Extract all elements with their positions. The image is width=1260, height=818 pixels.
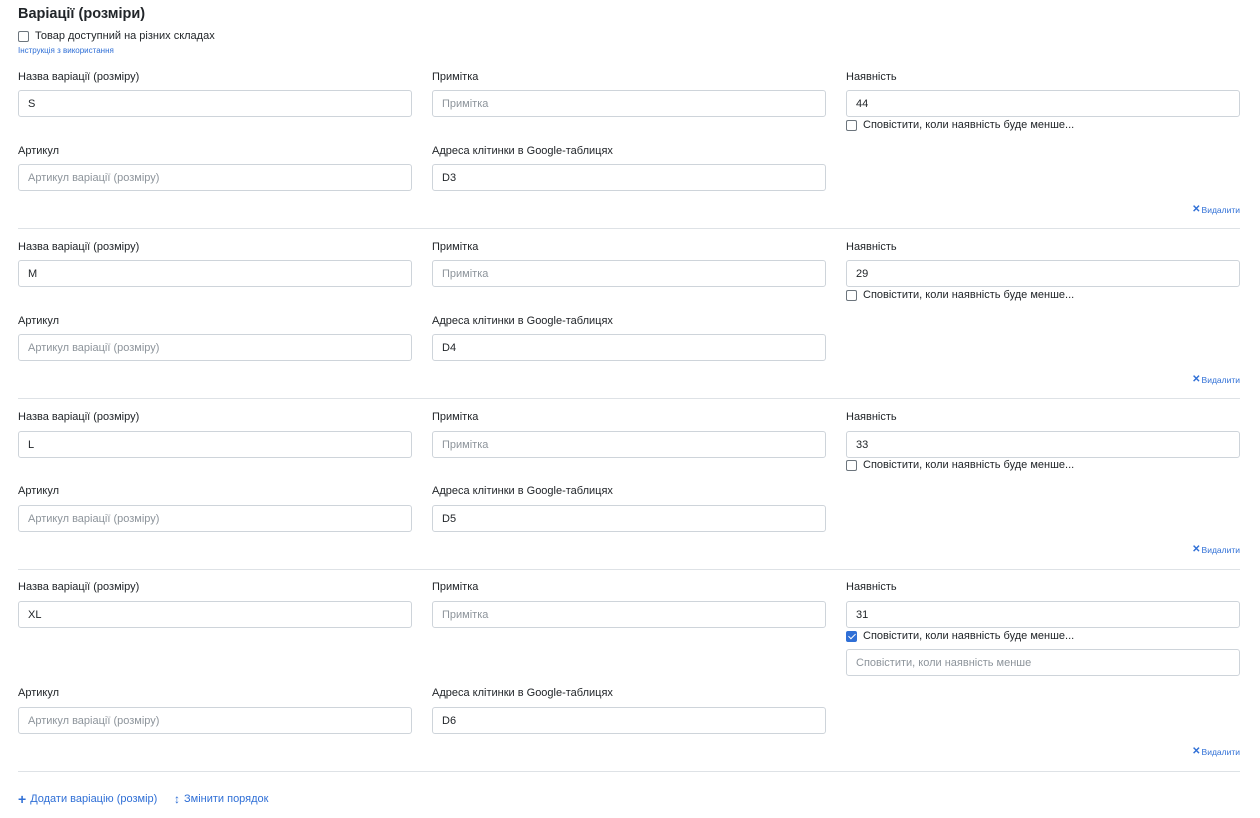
variation-name-label: Назва варіації (розміру) bbox=[18, 71, 140, 83]
stock-input[interactable] bbox=[846, 601, 1240, 628]
notify-option[interactable]: Сповістити, коли наявність буде менше... bbox=[846, 289, 1074, 302]
stock-input[interactable] bbox=[846, 431, 1240, 458]
sku-input[interactable] bbox=[18, 505, 412, 532]
notify-checkbox[interactable] bbox=[846, 460, 857, 471]
plus-icon: + bbox=[18, 791, 27, 807]
notify-checkbox[interactable] bbox=[846, 631, 857, 642]
delete-variation-button[interactable]: ✕ Видалити bbox=[1192, 746, 1240, 758]
notify-label: Сповістити, коли наявність буде менше... bbox=[863, 459, 1075, 471]
delete-label: Видалити bbox=[1201, 545, 1240, 555]
variation-name-input[interactable] bbox=[18, 90, 412, 117]
sku-label: Артикул bbox=[18, 687, 60, 699]
stock-label: Наявність bbox=[846, 71, 897, 83]
note-input[interactable] bbox=[432, 90, 826, 117]
multi-warehouse-checkbox[interactable] bbox=[18, 31, 29, 42]
separator bbox=[18, 771, 1240, 772]
note-label: Примітка bbox=[432, 411, 479, 423]
notify-label: Сповістити, коли наявність буде менше... bbox=[863, 289, 1075, 301]
notify-label: Сповістити, коли наявність буде менше... bbox=[863, 630, 1075, 642]
reorder-button[interactable]: ↕ Змінити порядок bbox=[174, 793, 268, 806]
delete-variation-button[interactable]: ✕ Видалити bbox=[1192, 544, 1240, 556]
variation-name-input[interactable] bbox=[18, 601, 412, 628]
variation-name-input[interactable] bbox=[18, 431, 412, 458]
cell-address-label: Адреса клітинки в Google-таблицях bbox=[432, 145, 613, 157]
sku-input[interactable] bbox=[18, 164, 412, 191]
cell-address-label: Адреса клітинки в Google-таблицях bbox=[432, 315, 613, 327]
close-icon: ✕ bbox=[1192, 746, 1201, 757]
section-title: Варіації (розміри) bbox=[18, 6, 146, 22]
note-label: Примітка bbox=[432, 71, 479, 83]
cell-address-label: Адреса клітинки в Google-таблицях bbox=[432, 485, 613, 497]
delete-label: Видалити bbox=[1201, 375, 1240, 385]
multi-warehouse-label: Товар доступний на різних складах bbox=[35, 30, 215, 42]
variation-name-label: Назва варіації (розміру) bbox=[18, 241, 140, 253]
note-input[interactable] bbox=[432, 260, 826, 287]
note-input[interactable] bbox=[432, 601, 826, 628]
sku-label: Артикул bbox=[18, 315, 60, 327]
delete-label: Видалити bbox=[1201, 747, 1240, 757]
stock-label: Наявність bbox=[846, 581, 897, 593]
variation-name-input[interactable] bbox=[18, 260, 412, 287]
separator bbox=[18, 569, 1240, 570]
variation-name-label: Назва варіації (розміру) bbox=[18, 581, 140, 593]
vertical-arrows-icon: ↕ bbox=[174, 792, 180, 806]
cell-address-input[interactable] bbox=[432, 707, 826, 734]
multi-warehouse-option[interactable]: Товар доступний на різних складах bbox=[18, 30, 215, 43]
stock-input[interactable] bbox=[846, 260, 1240, 287]
notify-threshold-input[interactable] bbox=[846, 649, 1240, 676]
sku-label: Артикул bbox=[18, 145, 60, 157]
stock-label: Наявність bbox=[846, 411, 897, 423]
note-input[interactable] bbox=[432, 431, 826, 458]
notify-option[interactable]: Сповістити, коли наявність буде менше... bbox=[846, 630, 1074, 643]
notify-option[interactable]: Сповістити, коли наявність буде менше... bbox=[846, 459, 1074, 472]
cell-address-input[interactable] bbox=[432, 334, 826, 361]
add-variation-button[interactable]: + Додати варіацію (розмір) bbox=[18, 791, 158, 807]
sku-input[interactable] bbox=[18, 334, 412, 361]
delete-label: Видалити bbox=[1201, 205, 1240, 215]
add-variation-label: Додати варіацію (розмір) bbox=[30, 793, 158, 805]
separator bbox=[18, 398, 1240, 399]
close-icon: ✕ bbox=[1192, 544, 1201, 555]
close-icon: ✕ bbox=[1192, 374, 1201, 385]
cell-address-input[interactable] bbox=[432, 164, 826, 191]
notify-checkbox[interactable] bbox=[846, 120, 857, 131]
notify-option[interactable]: Сповістити, коли наявність буде менше... bbox=[846, 119, 1074, 132]
stock-input[interactable] bbox=[846, 90, 1240, 117]
sku-input[interactable] bbox=[18, 707, 412, 734]
instructions-link[interactable]: Інструкція з використання bbox=[18, 46, 114, 56]
sku-label: Артикул bbox=[18, 485, 60, 497]
note-label: Примітка bbox=[432, 241, 479, 253]
stock-label: Наявність bbox=[846, 241, 897, 253]
delete-variation-button[interactable]: ✕ Видалити bbox=[1192, 204, 1240, 216]
notify-label: Сповістити, коли наявність буде менше... bbox=[863, 119, 1075, 131]
close-icon: ✕ bbox=[1192, 204, 1201, 215]
variation-name-label: Назва варіації (розміру) bbox=[18, 411, 140, 423]
notify-checkbox[interactable] bbox=[846, 290, 857, 301]
cell-address-label: Адреса клітинки в Google-таблицях bbox=[432, 687, 613, 699]
cell-address-input[interactable] bbox=[432, 505, 826, 532]
separator bbox=[18, 228, 1240, 229]
note-label: Примітка bbox=[432, 581, 479, 593]
delete-variation-button[interactable]: ✕ Видалити bbox=[1192, 374, 1240, 386]
reorder-label: Змінити порядок bbox=[184, 793, 269, 805]
